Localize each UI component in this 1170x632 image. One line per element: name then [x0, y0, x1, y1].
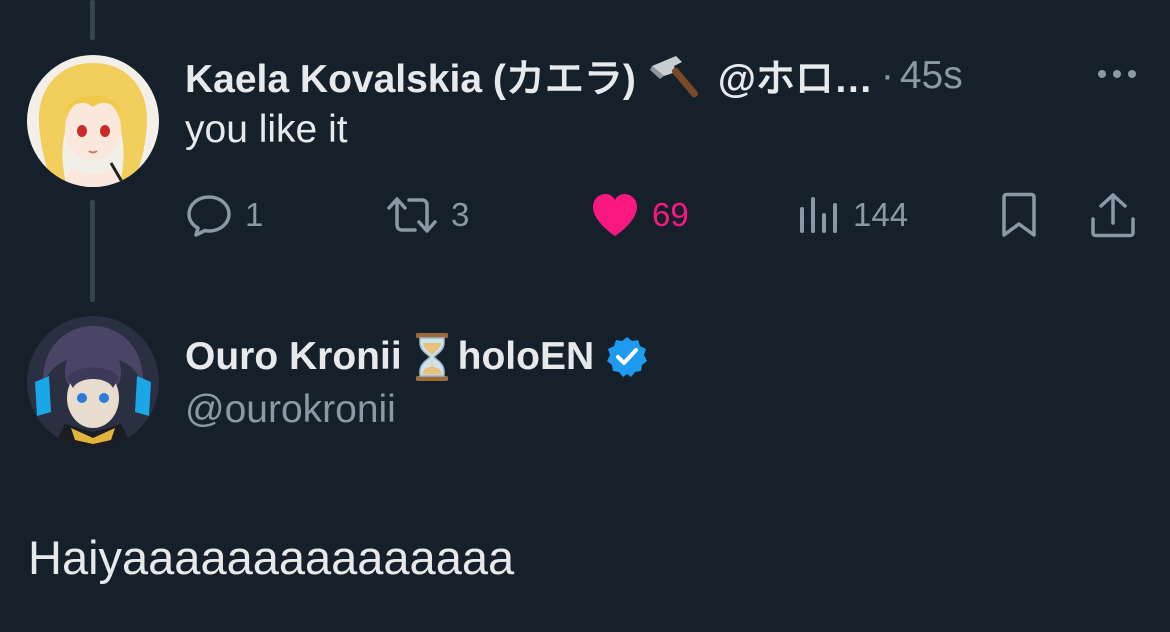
- retweet-button[interactable]: 3: [385, 187, 469, 243]
- tweet-timestamp[interactable]: 45s: [900, 54, 963, 98]
- reply-count: 1: [245, 196, 264, 233]
- hammer-icon: [646, 52, 704, 100]
- views-button[interactable]: 144: [797, 187, 908, 243]
- author-name[interactable]: Ouro Kronii: [185, 335, 402, 379]
- author-name-suffix[interactable]: holoEN: [458, 335, 594, 379]
- retweet-icon: [387, 197, 437, 233]
- thread-connector-line: [90, 0, 95, 40]
- avatar[interactable]: [27, 55, 159, 187]
- main-tweet-author-row: Ouro Kronii holoEN: [185, 330, 648, 384]
- tweet-thread: Kaela Kovalskia (カエラ) @ホロ… · 45s you lik…: [0, 0, 1170, 632]
- share-button[interactable]: [1088, 187, 1138, 243]
- bookmark-icon: [1002, 192, 1036, 237]
- hourglass-icon: [410, 331, 454, 383]
- view-count: 144: [853, 196, 909, 233]
- like-button[interactable]: 69: [590, 187, 689, 243]
- verified-badge-icon[interactable]: [606, 336, 648, 378]
- reply-button[interactable]: 1: [185, 187, 263, 243]
- tweet-text: Haiyaaaaaaaaaaaaaaa: [28, 531, 515, 584]
- heart-icon: [593, 194, 637, 236]
- more-icon[interactable]: [1096, 62, 1138, 86]
- tweet-actions-bar: 1 3 69 144: [0, 187, 1170, 243]
- author-handle[interactable]: @ホロ…: [718, 48, 873, 104]
- avatar[interactable]: [27, 316, 159, 448]
- views-icon: [800, 197, 837, 233]
- author-name[interactable]: Kaela Kovalskia (カエラ): [185, 48, 636, 104]
- reply-icon: [187, 195, 231, 237]
- reply-tweet-header: Kaela Kovalskia (カエラ) @ホロ… · 45s: [185, 50, 963, 102]
- like-count: 69: [652, 196, 689, 233]
- share-icon: [1091, 193, 1135, 238]
- author-handle[interactable]: @ourokronii: [185, 388, 396, 432]
- bookmark-button[interactable]: [997, 187, 1041, 243]
- separator-dot: ·: [880, 54, 894, 97]
- retweet-count: 3: [451, 196, 470, 233]
- tweet-text: you like it: [185, 108, 348, 151]
